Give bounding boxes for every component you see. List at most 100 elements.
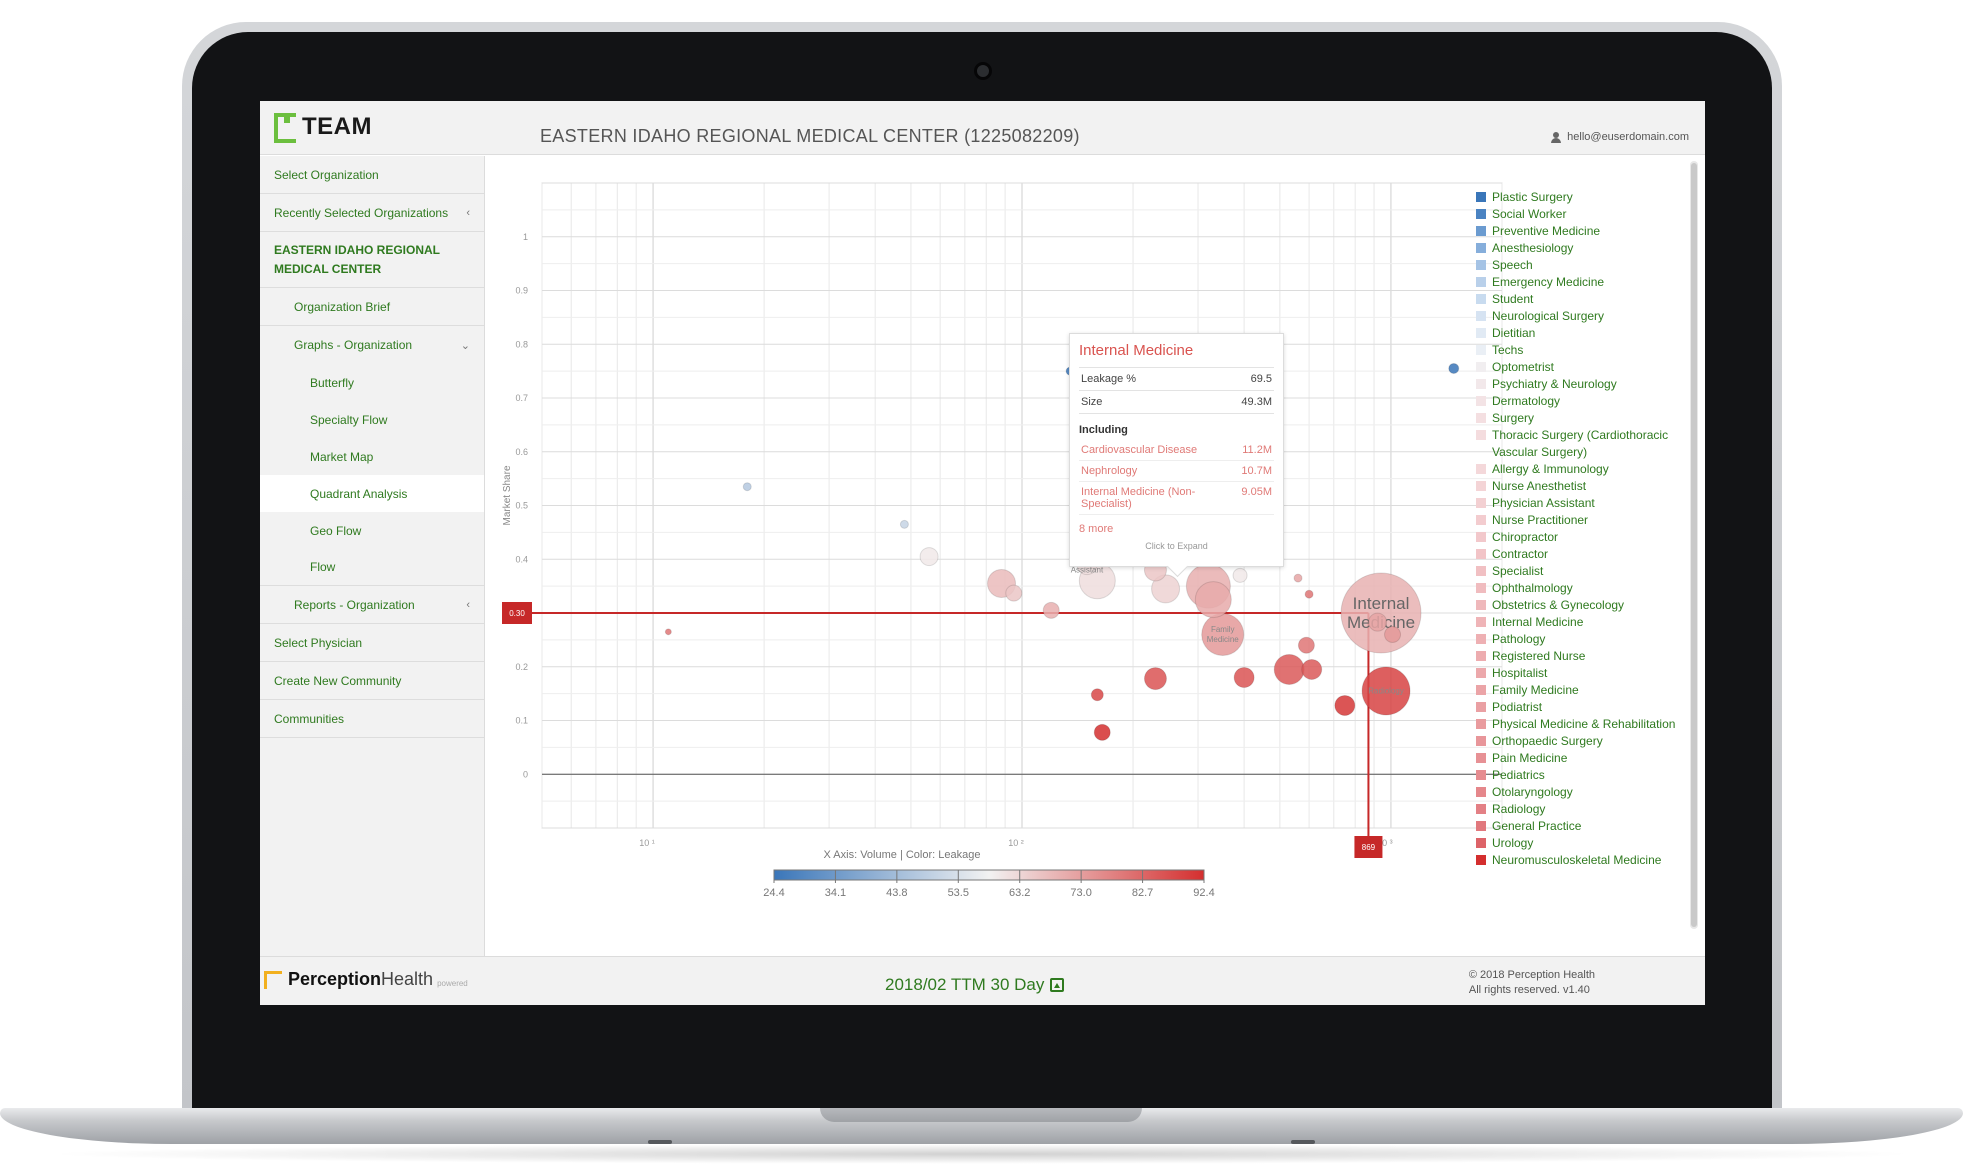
team-logo[interactable]: TEAM [274, 113, 372, 143]
bubble[interactable] [919, 547, 939, 567]
sidebar-item-reports-organization[interactable]: Reports - Organization ‹ [260, 586, 484, 624]
sidebar-item-select-physician[interactable]: Select Physician [260, 624, 484, 662]
legend-item[interactable]: Nurse Practitioner [1476, 512, 1676, 529]
legend-swatch [1476, 277, 1486, 287]
legend-item[interactable]: Radiology [1476, 801, 1676, 818]
bubble[interactable] [1384, 626, 1402, 643]
legend-item[interactable]: Family Medicine [1476, 682, 1676, 699]
bubble[interactable] [1194, 581, 1232, 619]
bubble[interactable] [1042, 601, 1060, 619]
legend-item[interactable]: Pathology [1476, 631, 1676, 648]
legend-item[interactable]: Emergency Medicine [1476, 274, 1676, 291]
main-scrollbar[interactable] [1690, 161, 1698, 929]
sidebar-item-market-map[interactable]: Market Map [260, 438, 484, 475]
legend-item[interactable]: Contractor [1476, 546, 1676, 563]
sidebar-item-graphs-organization[interactable]: Graphs - Organization ⌄ [260, 326, 484, 364]
sidebar-item-create-community[interactable]: Create New Community [260, 662, 484, 700]
sidebar-item-recent-organizations[interactable]: Recently Selected Organizations ‹ [260, 194, 484, 232]
legend-item[interactable]: Dermatology [1476, 393, 1676, 410]
caret-up-box-icon[interactable] [1050, 978, 1065, 992]
legend-item[interactable]: General Practice [1476, 818, 1676, 835]
user-account[interactable]: hello@euserdomain.com [1551, 131, 1689, 143]
tooltip-sub-item[interactable]: Nephrology 10.7M [1079, 461, 1274, 482]
legend-item[interactable]: Dietitian [1476, 325, 1676, 342]
legend-item[interactable]: Physical Medicine & Rehabilitation [1476, 716, 1676, 733]
laptop-foot [1291, 1140, 1315, 1144]
bubble[interactable] [899, 519, 909, 529]
legend-label: Radiology [1492, 802, 1546, 816]
sidebar-item-current-organization[interactable]: EASTERN IDAHO REGIONAL MEDICAL CENTER [260, 232, 484, 288]
chevron-down-icon: ⌄ [460, 339, 470, 352]
legend-item[interactable]: Physician Assistant [1476, 495, 1676, 512]
legend-item[interactable]: Surgery [1476, 410, 1676, 427]
legend-item[interactable]: Student [1476, 291, 1676, 308]
sidebar-item-select-organization[interactable]: Select Organization [260, 156, 484, 194]
bubble[interactable] [1005, 584, 1023, 602]
legend-item[interactable]: Plastic Surgery [1476, 189, 1676, 206]
legend-item[interactable]: Optometrist [1476, 359, 1676, 376]
sidebar-item-organization-brief[interactable]: Organization Brief [260, 288, 484, 326]
legend-item[interactable]: Pediatrics [1476, 767, 1676, 784]
legend-item[interactable]: Pain Medicine [1476, 750, 1676, 767]
legend-item[interactable]: Neurological Surgery [1476, 308, 1676, 325]
bubble[interactable] [1304, 589, 1314, 599]
bubble[interactable] [742, 482, 752, 492]
legend-item[interactable]: Chiropractor [1476, 529, 1676, 546]
legend-swatch [1476, 498, 1486, 508]
perception-health-logo[interactable]: PerceptionHealth powered [264, 969, 468, 990]
sidebar-item-flow[interactable]: Flow [260, 549, 484, 586]
tooltip-sub-item[interactable]: Cardiovascular Disease 11.2M [1079, 440, 1274, 461]
legend-swatch [1476, 243, 1486, 253]
bubble[interactable] [1301, 658, 1323, 680]
sidebar-item-communities[interactable]: Communities [260, 700, 484, 738]
legend-item[interactable]: Neuromusculoskeletal Medicine [1476, 852, 1676, 869]
y-tick-label: 0.1 [515, 716, 528, 726]
legend-item[interactable]: Obstetrics & Gynecology [1476, 597, 1676, 614]
legend-item[interactable]: Preventive Medicine [1476, 223, 1676, 240]
bubble[interactable] [1297, 636, 1315, 654]
legend-item[interactable]: Hospitalist [1476, 665, 1676, 682]
legend-item[interactable]: Otolaryngology [1476, 784, 1676, 801]
legend-item[interactable]: Specialist [1476, 563, 1676, 580]
legend-item[interactable]: Allergy & Immunology [1476, 461, 1676, 478]
legend-item[interactable]: Ophthalmology [1476, 580, 1676, 597]
legend-item[interactable]: Urology [1476, 835, 1676, 852]
legend-swatch [1476, 855, 1486, 865]
legend-item[interactable]: Techs [1476, 342, 1676, 359]
sidebar-item-butterfly[interactable]: Butterfly [260, 364, 484, 401]
bubble[interactable] [1233, 667, 1255, 688]
legend-item[interactable]: Podiatrist [1476, 699, 1676, 716]
bubble[interactable] [1334, 694, 1356, 716]
bubble[interactable] [1232, 567, 1248, 583]
bubble[interactable] [1143, 667, 1167, 691]
bubble[interactable] [1090, 688, 1104, 702]
legend-item[interactable]: Social Worker [1476, 206, 1676, 223]
legend-item[interactable]: Nurse Anesthetist [1476, 478, 1676, 495]
bubble[interactable] [1368, 612, 1388, 632]
sidebar-item-geo-flow[interactable]: Geo Flow [260, 512, 484, 549]
legend-swatch [1476, 515, 1486, 525]
period-selector[interactable]: 2018/02 TTM 30 Day [885, 975, 1065, 995]
chart-tooltip[interactable]: Internal Medicine Leakage % 69.5 Size 49.3… [1069, 333, 1284, 567]
scrollbar-thumb[interactable] [1691, 163, 1697, 927]
legend-item[interactable]: Internal Medicine [1476, 614, 1676, 631]
color-scale-label: 53.5 [948, 887, 969, 899]
sidebar-item-label: Geo Flow [310, 523, 362, 538]
bubble[interactable] [664, 628, 672, 636]
sidebar-item-quadrant-analysis[interactable]: Quadrant Analysis [260, 475, 484, 512]
bubble[interactable] [1448, 362, 1460, 374]
legend-item[interactable]: Speech [1476, 257, 1676, 274]
sidebar-item-specialty-flow[interactable]: Specialty Flow [260, 401, 484, 438]
legend-item[interactable]: Psychiatry & Neurology [1476, 376, 1676, 393]
legend-label: Chiropractor [1492, 530, 1559, 544]
legend-item[interactable]: Anesthesiology [1476, 240, 1676, 257]
legend-item[interactable]: Registered Nurse [1476, 648, 1676, 665]
bubble[interactable] [1293, 573, 1303, 583]
bubble[interactable] [1273, 653, 1305, 685]
tooltip-more-link[interactable]: 8 more [1079, 515, 1274, 535]
tooltip-sub-item[interactable]: Internal Medicine (Non-Specialist) 9.05M [1079, 482, 1274, 515]
bubble[interactable] [1093, 723, 1111, 741]
legend-item[interactable]: Thoracic Surgery (Cardiothoracic Vascula… [1476, 427, 1676, 461]
y-tick-label: 0.2 [515, 662, 528, 672]
legend-item[interactable]: Orthopaedic Surgery [1476, 733, 1676, 750]
